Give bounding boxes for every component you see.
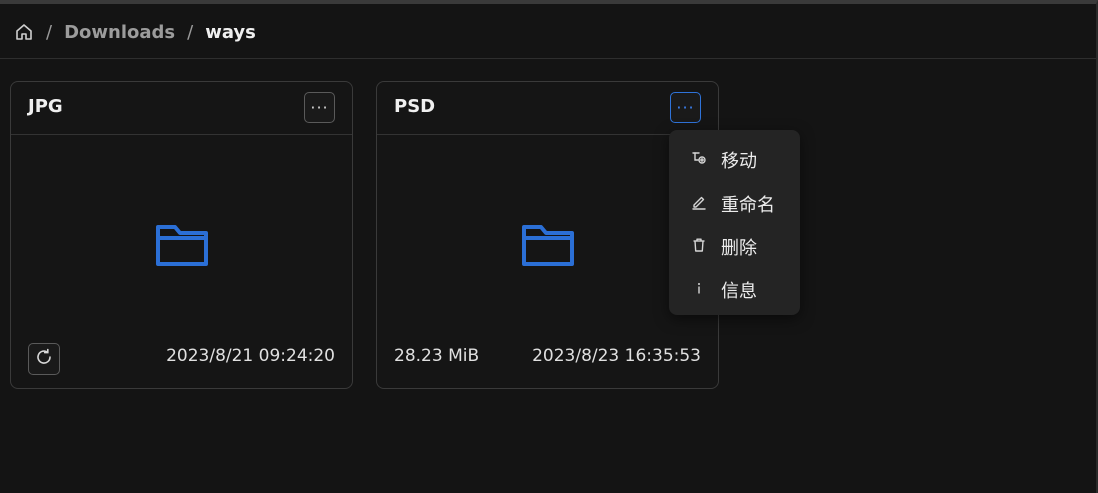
more-options-button[interactable]: ··· [670,92,701,123]
breadcrumb-item-downloads[interactable]: Downloads [64,22,175,43]
modified-date: 2023/8/23 16:35:53 [532,346,701,366]
menu-item-label: 信息 [721,281,757,302]
more-options-button[interactable]: ··· [304,92,335,123]
breadcrumb-separator: / [187,21,194,43]
menu-item-info[interactable]: 信息 [669,270,800,306]
card-header: PSD ··· [377,82,718,135]
home-icon[interactable] [14,22,34,42]
move-icon [691,150,707,166]
modified-date: 2023/8/21 09:24:20 [166,346,335,366]
folder-icon[interactable] [155,222,209,268]
menu-item-rename[interactable]: 重命名 [669,184,800,220]
folder-card-psd[interactable]: PSD ··· 28.23 MiB 2023/8/23 16:35:53 [376,81,719,389]
folder-icon[interactable] [521,222,575,268]
card-title: JPG [28,96,63,117]
menu-item-label: 移动 [721,151,757,172]
menu-item-label: 删除 [721,238,757,259]
card-title: PSD [394,96,436,117]
more-icon: ··· [676,98,695,117]
menu-item-delete[interactable]: 删除 [669,227,800,263]
file-browser-window: / Downloads / ways JPG ··· 2023/8/21 09:… [0,0,1098,493]
context-menu: 移动 重命名 删除 信息 [669,130,800,315]
card-header: JPG ··· [11,82,352,135]
folder-card-jpg[interactable]: JPG ··· 2023/8/21 09:24:20 [10,81,353,389]
file-size: 28.23 MiB [394,346,480,366]
breadcrumb-separator: / [46,21,53,43]
delete-icon [691,237,707,253]
refresh-icon [35,348,53,370]
refresh-button[interactable] [28,343,60,375]
menu-item-label: 重命名 [721,195,775,216]
breadcrumb-current: ways [205,21,256,43]
breadcrumb: / Downloads / ways [14,18,256,46]
more-icon: ··· [310,98,329,117]
rename-icon [691,194,707,210]
header-divider [0,58,1096,59]
info-icon [691,280,707,296]
menu-item-move[interactable]: 移动 [669,140,800,176]
